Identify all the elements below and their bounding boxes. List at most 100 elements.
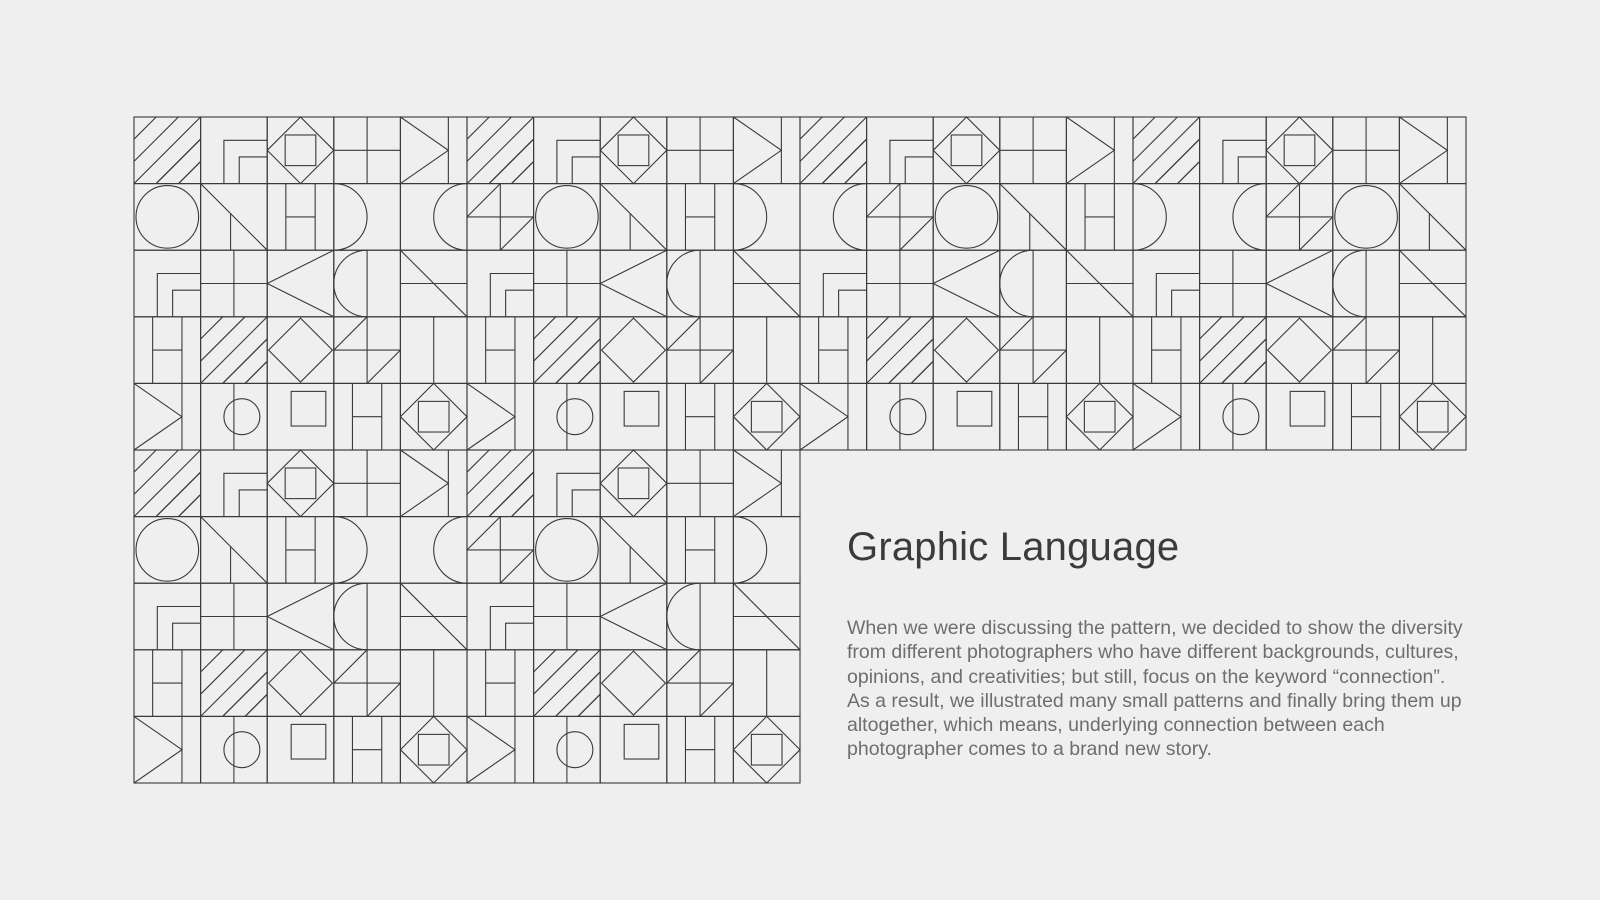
pattern-tile [799,382,868,451]
pattern-tile [466,715,535,784]
pattern-tile [399,516,468,584]
pattern-tile [1065,116,1134,185]
pattern-tile [266,516,335,584]
pattern-tile [666,516,734,584]
pattern-tile [399,382,468,451]
pattern-tile [200,116,268,185]
pattern-tile [1332,249,1400,318]
pattern-tile [666,649,734,717]
pattern-tile [1332,382,1400,451]
description-paragraph: When we were discussing the pattern, we … [847,617,1463,761]
pattern-tile [1065,183,1134,251]
pattern-tile [1265,316,1334,384]
pattern-tile [200,449,268,518]
pattern-tile [999,116,1067,185]
pattern-tile [1398,116,1467,185]
pattern-tile [599,516,668,584]
pattern-tile [266,715,335,784]
pattern-tile [1332,316,1400,384]
pattern-tile [266,116,335,185]
pattern-tile [1199,183,1267,251]
pattern-tile [466,449,535,518]
pattern-tile [333,382,401,451]
pattern-tile [999,249,1067,318]
pattern-tile [1065,249,1134,318]
pattern-tile [333,316,401,384]
pattern-tile [133,382,202,451]
pattern-tile [932,183,1001,251]
pattern-tile [1398,249,1467,318]
pattern-tile [866,183,934,251]
pattern-tile [200,582,268,651]
pattern-tile [333,582,401,651]
pattern-tile [1398,316,1467,384]
pattern-tile [466,582,535,651]
pattern-tile [200,249,268,318]
page-title: Graphic Language [847,525,1180,569]
pattern-tile [399,649,468,717]
pattern-tile [533,316,601,384]
pattern-tile [133,449,202,518]
pattern-tile [666,116,734,185]
pattern-tile [799,316,868,384]
pattern-tile [666,382,734,451]
pattern-tile [732,649,801,717]
pattern-tile [399,449,468,518]
pattern-tile [1265,382,1334,451]
pattern-tile [599,316,668,384]
pattern-tile [200,516,268,584]
pattern-tile [732,249,801,318]
pattern-tile [1065,316,1134,384]
pattern-tile [866,249,934,318]
pattern-tile [333,249,401,318]
pattern-tile [732,516,801,584]
pattern-tile [266,316,335,384]
pattern-tile [133,715,202,784]
pattern-tile [200,316,268,384]
pattern-tile [399,715,468,784]
pattern-tile [266,649,335,717]
pattern-tile [533,116,601,185]
pattern-tile [666,183,734,251]
pattern-tile [1199,382,1267,451]
pattern-tile [265,582,335,651]
pattern-tile [666,316,734,384]
pattern-tile [599,183,668,251]
pattern-tile [200,183,268,251]
pattern-tile [599,715,668,784]
pattern-tile [599,382,668,451]
pattern-tile [931,249,1001,318]
pattern-tile [866,382,934,451]
pattern-tile [266,449,335,518]
pattern-tile [799,116,868,185]
pattern-tile [1132,249,1201,318]
pattern-tile [732,382,801,451]
pattern-tile [999,382,1067,451]
pattern-tile [1332,116,1400,185]
pattern-tile [133,116,202,185]
pattern-tile [333,183,401,251]
pattern-tile [866,116,934,185]
pattern-tile [732,582,801,651]
pattern-tile [732,116,801,185]
geometric-pattern-grid [133,116,1467,784]
pattern-tile [133,316,202,384]
pattern-tile [866,316,934,384]
pattern-tile [333,116,401,185]
pattern-tile [133,516,202,584]
pattern-tile [200,382,268,451]
pattern-tile [799,249,868,318]
pattern-tile [1199,316,1267,384]
pattern-tile [133,249,202,318]
pattern-tile [598,582,668,651]
pattern-tile [999,316,1067,384]
pattern-tile [466,316,535,384]
pattern-tile [666,582,734,651]
pattern-tile [1264,249,1334,318]
pattern-tile [1332,183,1400,251]
pattern-tile [265,249,335,318]
pattern-tile [1132,316,1201,384]
pattern-tile [599,449,668,518]
pattern-tile [932,116,1001,185]
pattern-tile [598,249,668,318]
